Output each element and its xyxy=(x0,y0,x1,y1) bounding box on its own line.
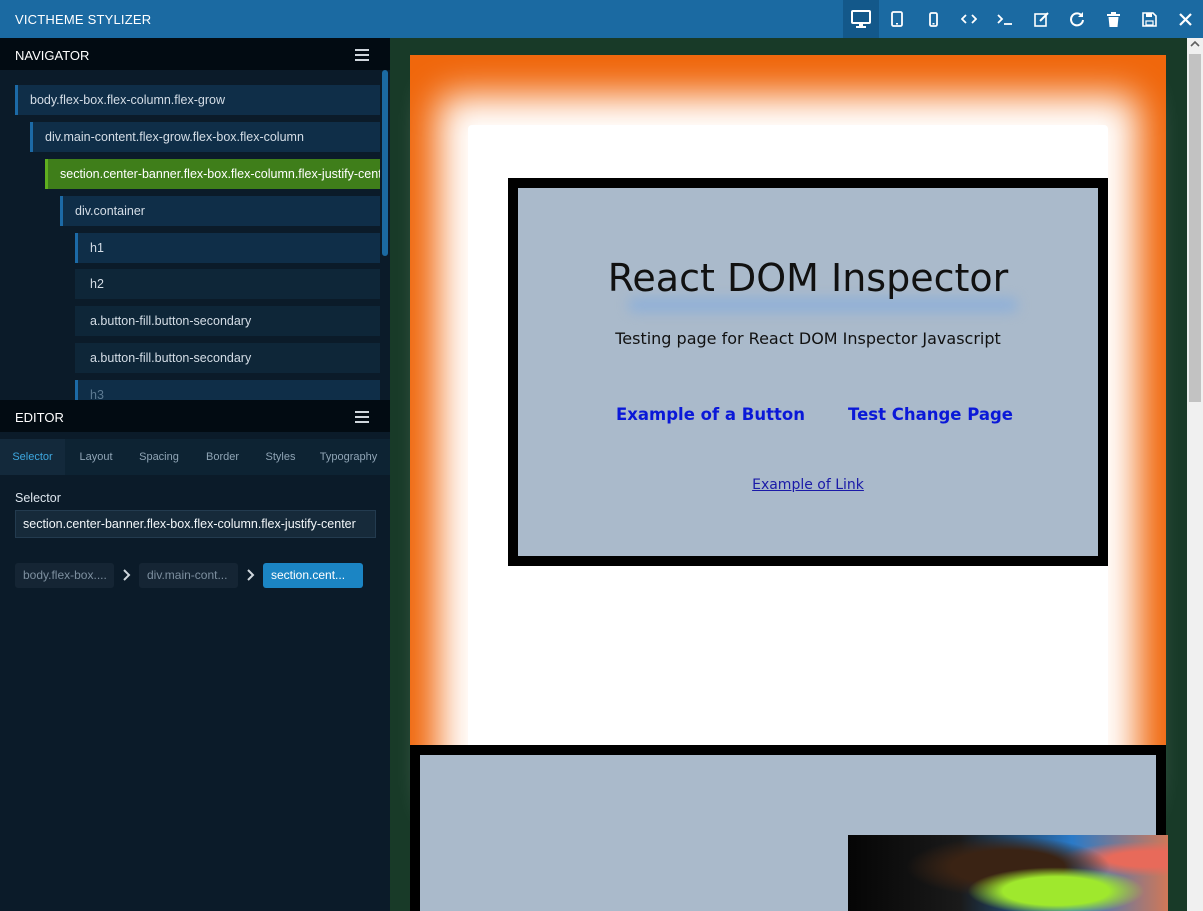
preview-page-top: React DOM Inspector Testing page for Rea… xyxy=(410,55,1166,775)
mobile-icon[interactable] xyxy=(915,0,951,38)
terminal-icon[interactable] xyxy=(987,0,1023,38)
tree-node-h1[interactable]: h1 xyxy=(75,233,380,263)
preview-image xyxy=(848,835,1168,911)
desktop-icon[interactable] xyxy=(843,0,879,38)
preview-heading: React DOM Inspector xyxy=(607,256,1009,300)
tree-node-body[interactable]: body.flex-box.flex-column.flex-grow xyxy=(15,85,380,115)
editor-tabs: Selector Layout Spacing Border Styles Ty… xyxy=(0,439,390,475)
breadcrumb-body[interactable]: body.flex-box.... xyxy=(15,563,114,588)
canvas-scrollbar[interactable] xyxy=(1187,38,1203,911)
selector-input[interactable]: section.center-banner.flex-box.flex-colu… xyxy=(15,510,376,538)
chevron-right-icon xyxy=(247,569,255,581)
tab-border[interactable]: Border xyxy=(191,439,254,475)
test-change-page-button[interactable]: Test Change Page xyxy=(848,405,1013,424)
navigator-title: NAVIGATOR xyxy=(15,48,90,63)
breadcrumb-center-banner[interactable]: section.cent... xyxy=(263,563,363,588)
tablet-icon[interactable] xyxy=(879,0,915,38)
close-icon[interactable] xyxy=(1167,0,1203,38)
refresh-icon[interactable] xyxy=(1059,0,1095,38)
editor-menu-icon[interactable] xyxy=(355,411,369,423)
preview-canvas: React DOM Inspector Testing page for Rea… xyxy=(390,38,1187,911)
tree-node-button-1[interactable]: a.button-fill.button-secondary xyxy=(75,306,380,336)
tree-node-h2[interactable]: h2 xyxy=(75,269,380,299)
tree-node-center-banner[interactable]: section.center-banner.flex-box.flex-colu… xyxy=(45,159,380,189)
navigator-scrollbar[interactable] xyxy=(382,70,388,256)
canvas-scroll-thumb[interactable] xyxy=(1189,54,1201,402)
tree-node-h3[interactable]: h3 xyxy=(75,380,380,400)
tree-node-button-2[interactable]: a.button-fill.button-secondary xyxy=(75,343,380,373)
save-icon[interactable] xyxy=(1131,0,1167,38)
tree-node-main-content[interactable]: div.main-content.flex-grow.flex-box.flex… xyxy=(30,122,380,152)
example-button[interactable]: Example of a Button xyxy=(616,405,805,424)
edit-icon[interactable] xyxy=(1023,0,1059,38)
banner-container: React DOM Inspector Testing page for Rea… xyxy=(518,188,1098,556)
breadcrumb-main-content[interactable]: div.main-cont... xyxy=(139,563,238,588)
editor-title: EDITOR xyxy=(15,410,64,425)
navigator-menu-icon[interactable] xyxy=(355,49,369,61)
preview-subheading: Testing page for React DOM Inspector Jav… xyxy=(615,329,1001,348)
tree-node-container[interactable]: div.container xyxy=(60,196,380,226)
code-icon[interactable] xyxy=(951,0,987,38)
navigator-tree: body.flex-box.flex-column.flex-grow div.… xyxy=(0,70,390,400)
tab-styles[interactable]: Styles xyxy=(254,439,307,475)
chevron-right-icon xyxy=(123,569,131,581)
tab-spacing[interactable]: Spacing xyxy=(127,439,191,475)
scroll-up-icon[interactable] xyxy=(1190,40,1200,48)
editor-header: EDITOR xyxy=(0,400,390,432)
selector-label: Selector xyxy=(15,491,61,505)
left-panel: NAVIGATOR body.flex-box.flex-column.flex… xyxy=(0,38,390,911)
heading-shadow xyxy=(628,298,1018,312)
top-bar: VICTHEME STYLIZER xyxy=(0,0,1203,38)
app-title: VICTHEME STYLIZER xyxy=(15,12,152,27)
tab-selector[interactable]: Selector xyxy=(0,439,65,475)
example-link[interactable]: Example of Link xyxy=(518,477,1098,493)
navigator-header: NAVIGATOR xyxy=(0,38,390,70)
trash-icon[interactable] xyxy=(1095,0,1131,38)
tab-typography[interactable]: Typography xyxy=(307,439,390,475)
tab-layout[interactable]: Layout xyxy=(65,439,127,475)
toolbar xyxy=(843,0,1203,38)
center-banner[interactable]: React DOM Inspector Testing page for Rea… xyxy=(508,178,1108,566)
